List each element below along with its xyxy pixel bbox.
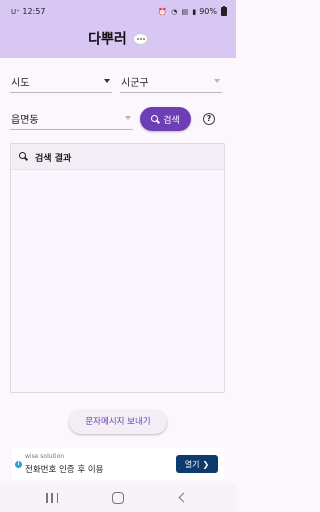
battery-level: 90% — [199, 7, 217, 16]
back-icon[interactable] — [178, 492, 189, 503]
app-header: U⁺ 12:57 ⏰ ◔ ▤ ▮ 90% 다뿌러 — [0, 0, 236, 58]
ad-open-button[interactable]: 열기 ❯ — [176, 455, 218, 473]
battery-icon — [221, 6, 227, 16]
status-right: ⏰ ◔ ▤ ▮ 90% — [158, 6, 227, 16]
recent-apps-icon[interactable] — [46, 493, 58, 503]
dropdown-arrow-icon — [214, 79, 220, 83]
app-title: 다뿌러 — [88, 31, 127, 48]
ad-sponsor: wise solution — [25, 453, 65, 460]
title-row: 다뿌러 — [0, 28, 236, 49]
home-icon[interactable] — [112, 492, 124, 504]
help-icon[interactable]: ? — [203, 113, 215, 125]
carrier-label: U⁺ — [11, 8, 20, 16]
search-results-panel: 검색 결과 — [10, 143, 225, 393]
status-time: 12:57 — [22, 7, 46, 16]
sido-select[interactable]: 시도 — [10, 71, 112, 93]
system-nav-bar — [0, 484, 236, 512]
sigungu-label: 시군구 — [121, 78, 149, 89]
dropdown-arrow-icon — [125, 116, 131, 120]
sigungu-select[interactable]: 시군구 — [120, 71, 222, 93]
chevron-right-icon: ❯ — [202, 459, 210, 469]
chat-bubble-icon — [132, 32, 148, 45]
status-icons: ⏰ ◔ ▤ ▮ — [158, 7, 198, 16]
ad-headline: 전화번호 인증 후 이용 — [25, 465, 104, 475]
status-bar: U⁺ 12:57 ⏰ ◔ ▤ ▮ 90% — [0, 0, 236, 22]
search-icon — [151, 114, 160, 124]
search-results-header: 검색 결과 — [11, 144, 224, 170]
eupmyeondong-select[interactable]: 읍면동 — [10, 108, 133, 130]
status-left: U⁺ 12:57 — [11, 7, 45, 16]
send-sms-button[interactable]: 문자메시지 보내기 — [69, 410, 167, 434]
dropdown-arrow-icon — [104, 79, 110, 83]
search-icon — [19, 152, 29, 162]
search-results-title: 검색 결과 — [35, 154, 72, 164]
search-button-label: 검색 — [163, 115, 180, 126]
ad-open-label: 열기 — [184, 459, 200, 469]
ad-info-icon[interactable]: i — [15, 461, 22, 468]
ad-banner[interactable]: i wise solution 전화번호 인증 후 이용 열기 ❯ — [12, 448, 224, 480]
eupmyeondong-label: 읍면동 — [11, 115, 39, 126]
sido-label: 시도 — [11, 78, 30, 89]
search-button[interactable]: 검색 — [140, 107, 191, 131]
